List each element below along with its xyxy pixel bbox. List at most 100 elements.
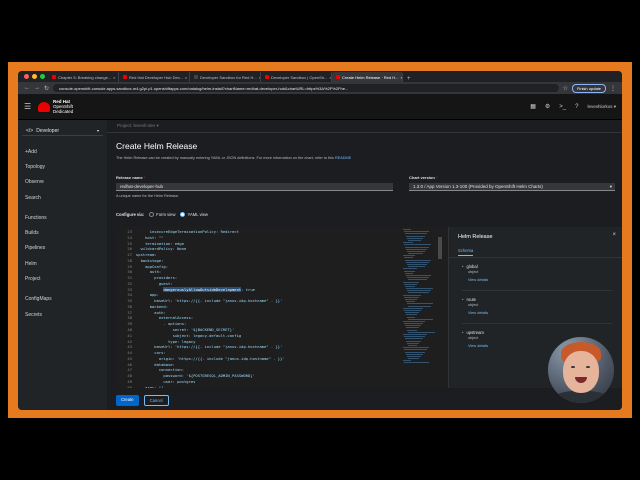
redhat-logo-icon (38, 101, 50, 112)
brand-logo[interactable]: Red Hat OpenShift Dedicated (53, 99, 73, 114)
back-icon[interactable]: ← (24, 85, 30, 91)
minimap-line (404, 336, 425, 338)
help-icon[interactable]: ? (575, 104, 578, 110)
minimap-line (404, 323, 423, 325)
yaml-view-radio[interactable]: YAML view (180, 212, 208, 218)
perspective-switcher[interactable]: </> Developer ▾ (22, 126, 103, 136)
editor-scrollbar[interactable] (438, 237, 442, 259)
minimap-line (404, 231, 429, 233)
create-button[interactable]: Create (116, 395, 139, 406)
minimap-line (404, 349, 427, 351)
release-name-label: Release name * (116, 175, 145, 180)
user-menu[interactable]: leveshlorkos ▾ (587, 104, 616, 110)
minimap-line (406, 248, 427, 250)
minimap-line (405, 325, 421, 327)
sidebar: </> Developer ▾ +Add Topology Observe Se… (18, 120, 107, 410)
code-line[interactable]: args: [] (136, 385, 396, 388)
webcam-overlay (548, 337, 614, 403)
form-view-radio[interactable]: Form view (149, 212, 176, 218)
label-text: Release name (116, 175, 143, 180)
close-icon[interactable]: × (612, 232, 616, 238)
form-actions: Create Cancel (116, 395, 169, 406)
minimap-line (403, 307, 423, 309)
release-name-input[interactable]: redhat-developer-hub (116, 183, 393, 191)
cancel-button[interactable]: Cancel (143, 395, 169, 406)
minimap-line (407, 290, 431, 292)
minimap-line (403, 229, 411, 230)
perspective-label: Developer (36, 127, 60, 134)
minimap-line (403, 268, 417, 270)
close-tab-icon[interactable]: × (185, 75, 187, 80)
schema-item-name: global (466, 264, 478, 269)
minimap-line (407, 264, 427, 265)
minimap-line (406, 327, 419, 329)
chart-version-select[interactable]: 1.3.0 / App Version 1.3-100 (Provided by… (409, 183, 615, 191)
reload-icon[interactable]: ↻ (44, 85, 49, 92)
settings-gear-icon[interactable]: ⚙ (545, 103, 550, 110)
minimap-line (406, 314, 417, 316)
sidebar-item-secrets[interactable]: Secrets (18, 307, 107, 322)
redhat-favicon-icon (265, 75, 269, 79)
configure-via-label: Configure via: (116, 212, 145, 218)
hamburger-menu-icon[interactable]: ☰ (24, 102, 38, 111)
bullet-icon: • (462, 297, 464, 302)
url-input[interactable]: console-openshift-console.apps.sandbox-m… (53, 84, 559, 92)
app-launcher-icon[interactable]: ▦ (530, 103, 536, 110)
browser-tab[interactable]: Chapter 5: Breaking change... × (48, 72, 119, 82)
yaml-editor[interactable]: 23 24 25 26 27 28 29 30 31 32 33 34 35 36 37 38 39 40 41 42… (116, 227, 448, 388)
bullet-icon: • (462, 330, 464, 335)
redhat-favicon-icon (336, 75, 340, 79)
sandbox-favicon-icon (194, 75, 198, 79)
tab-schema[interactable]: Schema (458, 248, 474, 256)
browser-tab[interactable]: Red Hat Developer Hub Dev... × (119, 72, 190, 82)
close-tab-icon[interactable]: × (113, 75, 115, 80)
bullet-icon: • (462, 264, 464, 269)
sidebar-item-functions[interactable]: Functions (18, 210, 107, 225)
radio-label: YAML view (187, 212, 208, 217)
chevron-down-icon: ▾ (96, 128, 99, 133)
browser-menu-icon[interactable]: ⋮ (610, 85, 616, 92)
readme-link[interactable]: README (335, 156, 351, 160)
sidebar-item-observe[interactable]: Observe (18, 175, 107, 190)
selected-text: dangerouslyAllowOutsideDevelopment (163, 286, 242, 292)
project-selector[interactable]: Project: levesh-dev ▾ (107, 120, 622, 133)
sidebar-item-add[interactable]: +Add (18, 144, 107, 159)
bookmark-star-icon[interactable]: ☆ (563, 85, 568, 92)
sidebar-item-search[interactable]: Search (18, 190, 107, 205)
forward-icon[interactable]: → (34, 85, 40, 91)
view-details-link[interactable]: View details (468, 278, 488, 282)
minimap-line (405, 299, 417, 300)
minimap-line (408, 253, 423, 255)
developer-icon: </> (26, 127, 34, 134)
minimap-line (405, 233, 427, 235)
minimap-line (406, 274, 431, 276)
chart-version-label: Chart version * (409, 175, 437, 180)
tab-label: Chapter 5: Breaking change... (58, 74, 112, 80)
required-marker: * (434, 175, 438, 180)
sidebar-item-project[interactable]: Project (18, 271, 107, 286)
minimap-line (406, 301, 415, 303)
view-details-link[interactable]: View details (468, 344, 488, 348)
minimap-line (405, 272, 413, 274)
maximize-window-icon[interactable] (40, 74, 45, 79)
browser-tab-active[interactable]: Create Helm Release · Red H... × (332, 72, 403, 82)
description-text: The Helm Release can be created by manua… (116, 156, 334, 160)
browser-tab[interactable]: Developer Sandbox | OpenSh... × (261, 72, 332, 82)
editor-minimap[interactable] (403, 229, 435, 384)
radio-label: Form view (156, 212, 176, 217)
sidebar-item-configmaps[interactable]: ConfigMaps (18, 292, 107, 307)
terminal-icon[interactable]: >_ (559, 104, 566, 110)
minimize-window-icon[interactable] (32, 74, 37, 79)
sidebar-item-topology[interactable]: Topology (18, 159, 107, 174)
sidebar-item-helm[interactable]: Helm (18, 256, 107, 271)
sidebar-item-builds[interactable]: Builds (18, 225, 107, 240)
sidebar-item-pipelines[interactable]: Pipelines (18, 241, 107, 256)
view-details-link[interactable]: View details (468, 311, 488, 315)
release-name-help: A unique name for the Helm Release. (116, 194, 180, 198)
browser-tab[interactable]: Developer Sandbox for Red H... × (190, 72, 261, 82)
minimap-line (407, 303, 433, 305)
minimap-line (407, 237, 423, 239)
finish-update-button[interactable]: Finish update (571, 83, 606, 93)
close-window-icon[interactable] (24, 74, 29, 79)
code-area[interactable]: insecureEdgeTerminationPolicy: Redirect … (136, 229, 396, 388)
